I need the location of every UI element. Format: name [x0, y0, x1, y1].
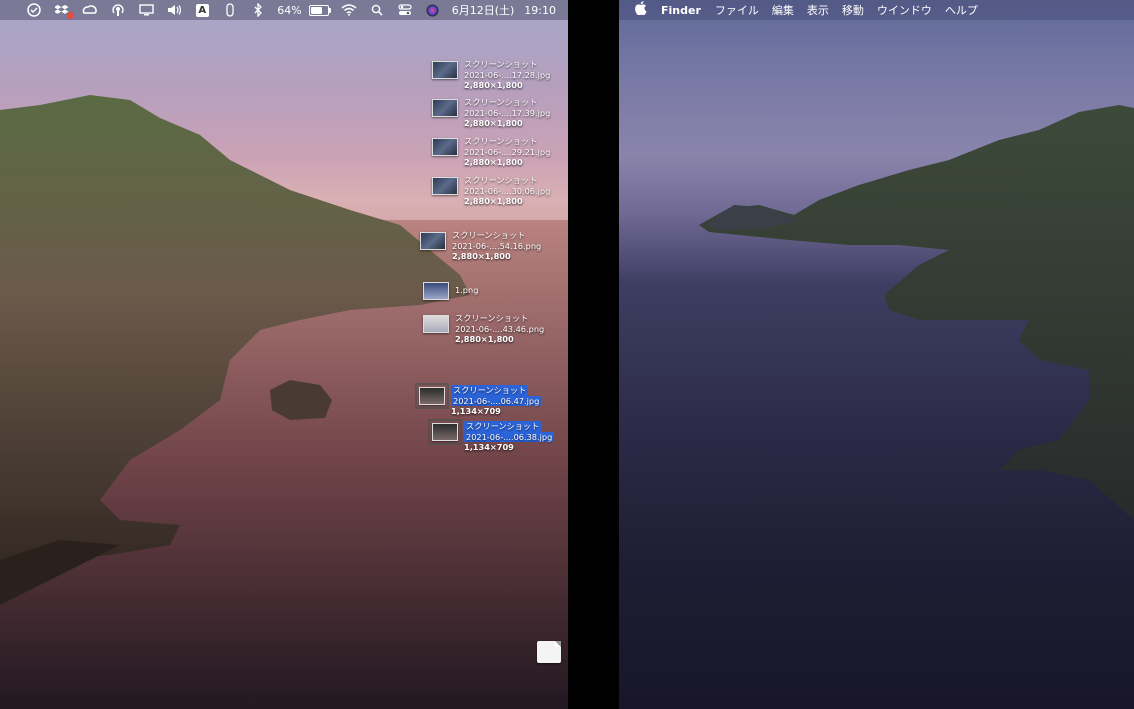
paperclip-icon[interactable] — [220, 0, 240, 20]
file-name-line2: 2021-06-....29.21.jpg — [464, 146, 551, 157]
menu-go[interactable]: 移動 — [842, 2, 864, 18]
menu-bar-date[interactable]: 6月12日(土) — [452, 2, 515, 18]
volume-icon[interactable] — [164, 0, 184, 20]
file-name-line2: 2021-06-....06.47.jpg — [451, 395, 542, 406]
image-thumbnail-icon — [423, 315, 449, 333]
left-display: A 64% 6月12日(土) 19:10 スクリーンショット 2021-06-.… — [0, 0, 568, 709]
battery-percent: 64% — [277, 3, 302, 17]
file-dimensions: 2,880×1,800 — [464, 157, 523, 167]
file-name-line1: スクリーンショット — [464, 421, 542, 432]
file-name-line1: スクリーンショット — [451, 385, 529, 396]
document-file-icon[interactable] — [537, 641, 561, 663]
input-source-letter: A — [195, 3, 209, 17]
file-name-line2: 2021-06-....17.28.jpg — [464, 69, 551, 80]
menu-file[interactable]: ファイル — [715, 2, 759, 18]
file-dimensions: 2,880×1,800 — [464, 80, 523, 90]
file-name-line2: 2021-06-....43.46.png — [455, 323, 545, 334]
file-name-line1: スクリーンショット — [455, 313, 529, 323]
menu-bar: Finder ファイル 編集 表示 移動 ウインドウ ヘルプ — [619, 0, 1134, 20]
control-center-icon[interactable] — [395, 0, 415, 20]
spotlight-search-icon[interactable] — [367, 0, 387, 20]
dropbox-icon[interactable] — [52, 0, 75, 20]
catalina-wallpaper-right — [699, 105, 1134, 709]
desktop-file[interactable]: スクリーンショット 2021-06-....54.16.png 2,880×1,… — [420, 230, 541, 262]
menu-bar-clock[interactable]: 19:10 — [524, 4, 556, 17]
file-name-line2: 2021-06-....54.16.png — [452, 240, 542, 251]
desktop-file[interactable]: スクリーンショット 2021-06-....30.06.jpg 2,880×1,… — [432, 175, 550, 207]
image-thumbnail-icon — [432, 177, 458, 195]
file-name-line1: スクリーンショット — [464, 175, 538, 185]
file-name-line1: 1.png — [455, 285, 479, 295]
desktop-file[interactable]: 1.png — [423, 280, 478, 300]
desktop-file-selected[interactable]: スクリーンショット 2021-06-....06.38.jpg 1,134×70… — [428, 419, 555, 453]
image-thumbnail-icon — [432, 99, 458, 117]
file-dimensions: 1,134×709 — [451, 406, 501, 416]
file-name-line2: 2021-06-....30.06.jpg — [464, 185, 551, 196]
desktop-file[interactable]: スクリーンショット 2021-06-....29.21.jpg 2,880×1,… — [432, 136, 550, 168]
active-app-menu[interactable]: Finder — [661, 4, 701, 17]
right-display: Finder ファイル 編集 表示 移動 ウインドウ ヘルプ — [619, 0, 1134, 709]
file-name-line2: 2021-06-....17.39.jpg — [464, 107, 551, 118]
cloud-sync-icon[interactable] — [24, 0, 44, 20]
notification-badge — [67, 12, 75, 19]
wifi-icon[interactable] — [339, 0, 359, 20]
siri-icon[interactable] — [423, 0, 443, 20]
file-dimensions: 2,880×1,800 — [464, 196, 523, 206]
battery-icon[interactable] — [308, 4, 331, 16]
image-thumbnail-icon — [415, 383, 449, 409]
file-dimensions: 2,880×1,800 — [452, 251, 511, 261]
podcast-icon[interactable] — [108, 0, 128, 20]
menu-edit[interactable]: 編集 — [772, 2, 794, 18]
image-thumbnail-icon — [428, 419, 462, 445]
file-name-line1: スクリーンショット — [464, 136, 538, 146]
image-thumbnail-icon — [423, 282, 449, 300]
adobe-creative-cloud-icon[interactable] — [80, 0, 100, 20]
file-dimensions: 2,880×1,800 — [464, 118, 523, 128]
input-source-icon[interactable]: A — [192, 0, 212, 20]
menu-help[interactable]: ヘルプ — [945, 2, 978, 18]
bluetooth-icon[interactable] — [248, 0, 268, 20]
image-thumbnail-icon — [432, 138, 458, 156]
image-thumbnail-icon — [432, 61, 458, 79]
file-dimensions: 1,134×709 — [464, 442, 514, 452]
file-name-line2: 2021-06-....06.38.jpg — [464, 431, 555, 442]
file-name-line1: スクリーンショット — [464, 97, 538, 107]
file-name-line1: スクリーンショット — [452, 230, 526, 240]
menu-bar: A 64% 6月12日(土) 19:10 — [0, 0, 568, 20]
menu-view[interactable]: 表示 — [807, 2, 829, 18]
desktop-file-selected[interactable]: スクリーンショット 2021-06-....06.47.jpg 1,134×70… — [415, 383, 542, 417]
desktop-file[interactable]: スクリーンショット 2021-06-....43.46.png 2,880×1,… — [423, 313, 544, 345]
apple-logo-icon[interactable] — [635, 1, 647, 19]
file-name-line1: スクリーンショット — [464, 59, 538, 69]
file-dimensions: 2,880×1,800 — [455, 334, 514, 344]
menu-window[interactable]: ウインドウ — [877, 2, 932, 18]
desktop-file[interactable]: スクリーンショット 2021-06-....17.28.jpg 2,880×1,… — [432, 59, 550, 91]
airplay-display-icon[interactable] — [136, 0, 156, 20]
desktop-file[interactable]: スクリーンショット 2021-06-....17.39.jpg 2,880×1,… — [432, 97, 550, 129]
image-thumbnail-icon — [420, 232, 446, 250]
